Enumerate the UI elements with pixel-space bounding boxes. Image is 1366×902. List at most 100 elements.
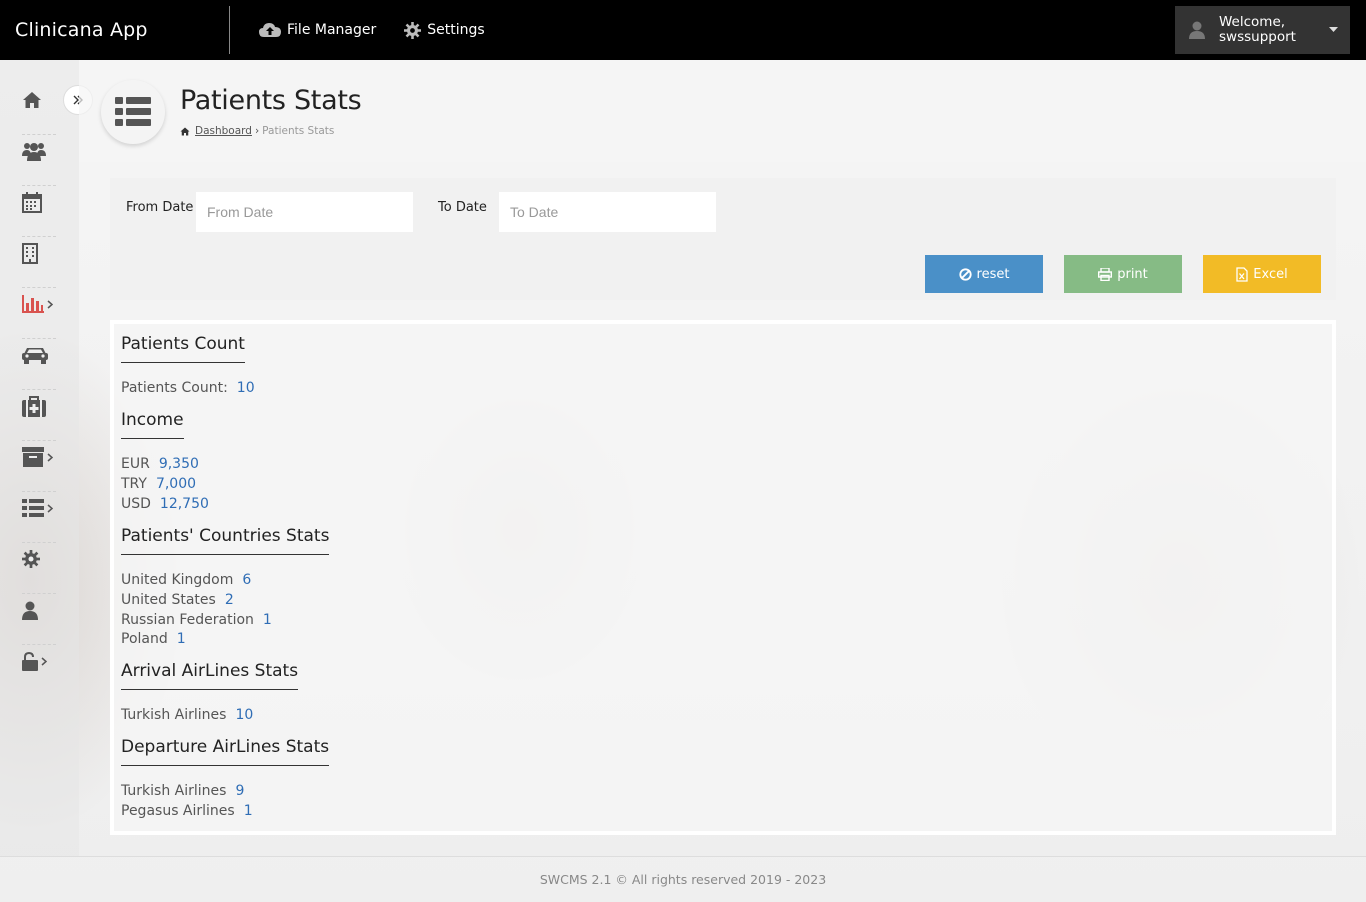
country-row: Poland 1 [121,629,186,649]
departure-airline-row: Pegasus Airlines 1 [121,801,253,821]
stat-value: 1 [243,803,253,819]
sidebar-item-archive[interactable] [22,432,56,482]
patients-count-row: Patients Count: 10 [121,378,255,398]
building-icon [22,242,38,264]
print-icon [1098,267,1113,281]
stats-panel: Patients Count Patients Count: 10 Income … [110,320,1336,835]
arrival-airline-row: Turkish Airlines 10 [121,705,253,725]
stat-label: TRY [121,476,147,492]
stat-value: 9 [235,783,245,799]
print-label: print [1117,266,1148,282]
header-icon-badge [101,80,165,144]
arrival-airlines-title: Arrival AirLines Stats [121,661,299,690]
stat-value: 1 [176,631,186,647]
top-nav: File Manager Settings [259,21,513,39]
page-title: Patients Stats [180,85,362,116]
file-excel-icon [1236,266,1248,282]
country-row: United Kingdom 6 [121,570,251,590]
income-title: Income [121,410,184,439]
sidebar-item-medical[interactable] [22,381,56,431]
income-row: USD 12,750 [121,494,209,514]
stat-value: 1 [262,612,272,628]
stat-label: Patients Count: [121,380,228,396]
sidebar-item-calendar[interactable] [22,177,56,227]
sidebar-item-permissions[interactable] [22,636,56,686]
ban-icon [958,267,972,281]
settings-label: Settings [427,22,485,38]
app-brand[interactable]: Clinicana App [0,6,230,54]
stat-label: Poland [121,631,168,647]
stat-label: Pegasus Airlines [121,803,235,819]
welcome-text: Welcome, swssupport [1219,15,1296,45]
stat-value: 2 [224,592,234,608]
stat-value: 7,000 [155,476,197,492]
users-icon [22,143,46,161]
user-menu[interactable]: Welcome, swssupport [1175,6,1350,54]
stat-value: 6 [242,572,252,588]
chevron-right-icon [47,503,53,513]
sidebar-item-stats[interactable] [22,279,56,329]
list-icon [22,499,44,517]
stat-value: 10 [236,380,255,396]
country-row: Russian Federation 1 [121,610,272,630]
stat-label: USD [121,496,151,512]
stat-value: 10 [235,707,254,723]
countries-title: Patients' Countries Stats [121,526,330,555]
stat-label: United Kingdom [121,572,234,588]
user-icon [1189,21,1205,39]
medkit-icon [22,395,46,417]
sidebar-item-transfers[interactable] [22,330,56,380]
list-icon [115,97,151,126]
breadcrumb-dashboard-link[interactable]: Dashboard [195,125,252,137]
income-row: TRY 7,000 [121,474,196,494]
sidebar-item-lists[interactable] [22,483,56,533]
chevron-right-icon [47,452,53,462]
archive-icon [22,447,44,467]
patients-count-title: Patients Count [121,334,245,363]
gear-icon [404,21,422,39]
chevron-right-icon [41,656,47,666]
welcome-label: Welcome, [1219,14,1286,30]
chevron-right-icon [47,299,53,309]
print-button[interactable]: print [1064,255,1182,293]
reset-button[interactable]: reset [925,255,1043,293]
excel-label: Excel [1253,266,1288,282]
departure-airline-row: Turkish Airlines 9 [121,781,244,801]
cloud-upload-icon [259,23,281,37]
file-manager-label: File Manager [287,22,377,38]
to-date-input[interactable] [499,192,716,232]
sidebar-item-home[interactable] [22,75,56,125]
stat-value: 9,350 [158,456,199,472]
departure-airlines-title: Departure AirLines Stats [121,737,330,766]
sidebar-item-patients[interactable] [22,126,56,176]
reset-label: reset [976,266,1010,282]
unlock-icon [22,651,38,671]
home-icon [180,127,190,135]
stat-value: 12,750 [159,496,209,512]
settings-link[interactable]: Settings [404,21,485,39]
excel-button[interactable]: Excel [1203,255,1321,293]
stat-label: Turkish Airlines [121,707,227,723]
footer: SWCMS 2.1 © All rights reserved 2019 - 2… [0,856,1366,902]
calendar-icon [22,191,42,213]
from-date-input[interactable] [196,192,413,232]
stat-label: Turkish Airlines [121,783,227,799]
breadcrumb-current: Patients Stats [262,125,335,137]
stat-label: EUR [121,456,150,472]
file-manager-link[interactable]: File Manager [259,22,376,38]
sidebar-item-building[interactable] [22,228,56,278]
top-bar: Clinicana App File Manager Settings Welc… [0,0,1366,60]
sidebar [0,60,79,856]
car-icon [22,348,48,364]
page-header: Patients Stats Dashboard › Patients Stat… [79,60,1366,162]
sidebar-item-users[interactable] [22,585,56,635]
sidebar-item-settings[interactable] [22,534,56,584]
income-row: EUR 9,350 [121,454,199,474]
to-date-label: To Date [438,200,487,215]
bar-chart-icon [22,295,44,313]
username: swssupport [1219,29,1296,45]
stat-label: United States [121,592,216,608]
user-icon [22,601,38,620]
from-date-label: From Date [126,200,194,215]
caret-down-icon [1329,27,1338,32]
